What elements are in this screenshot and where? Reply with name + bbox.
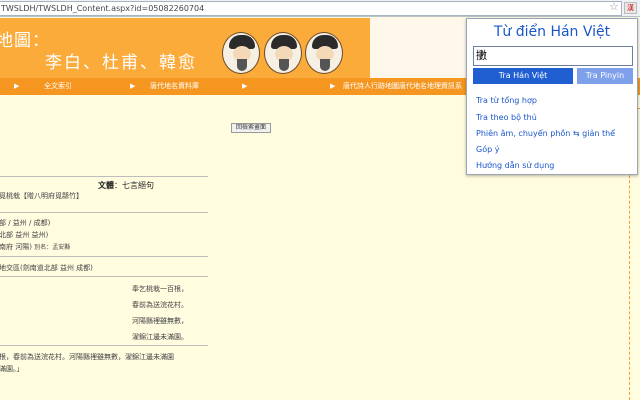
genre-label: 文體 bbox=[98, 181, 114, 190]
divider bbox=[0, 212, 208, 213]
han-viet-dictionary-popup: Từ điển Hán Việt 擻 Tra Hán Việt Tra Piny… bbox=[466, 18, 638, 175]
banner-title-line1: 地圖： bbox=[0, 31, 50, 51]
address-bar: TWSLDH/TWSLDH_Content.aspx?id=0508226070… bbox=[0, 0, 640, 17]
poet-portrait-du-fu bbox=[264, 32, 302, 74]
nav-item-full-text-index[interactable]: 全文索引 bbox=[44, 81, 72, 91]
nav-arrow-icon: ▶ bbox=[14, 82, 20, 90]
url-field[interactable]: TWSLDH/TWSLDH_Content.aspx?id=0508226070… bbox=[0, 1, 622, 16]
divider bbox=[0, 276, 208, 277]
star-icon[interactable]: ☆ bbox=[609, 0, 619, 13]
place-line-2[interactable]: 北部 益州 益州) bbox=[0, 230, 48, 240]
nav-arrow-icon: ▶ bbox=[242, 82, 248, 90]
dictionary-title: Từ điển Hán Việt bbox=[493, 24, 611, 40]
genre-line: 文體：七言絕句 bbox=[98, 180, 154, 191]
divider bbox=[0, 256, 208, 257]
place-line-3[interactable]: 南府 河陽) 別名：孟安縣 bbox=[0, 242, 70, 252]
place-line-1[interactable]: 部 / 益州 / 成都) bbox=[0, 218, 50, 228]
nav-item-poet-map-gis[interactable]: 唐代詩人行跡地圖唐代地名地理資訊系 bbox=[343, 81, 462, 91]
banner-title-line2: 李白、杜甫、韓愈 bbox=[45, 53, 197, 73]
link-feedback[interactable]: Góp ý bbox=[476, 145, 499, 154]
full-text-line-1: 根，春前為送浣花村。河陽縣裡雖無數，濯錦江邊未滿園 bbox=[0, 353, 174, 361]
poem-title: 覓桃栽【贈八明府覓緜竹】 bbox=[0, 192, 83, 200]
dictionary-search-input[interactable]: 擻 bbox=[473, 46, 633, 66]
poem-line-4: 濯錦江邊未滿園。 bbox=[132, 333, 188, 341]
poet-portrait-han-yu bbox=[305, 32, 343, 74]
nav-item-place-database[interactable]: 唐代地名資料庫 bbox=[150, 81, 199, 91]
back-to-search-button[interactable]: 回檢索畫面 bbox=[231, 123, 271, 133]
place-line-3-text: 南府 河陽) bbox=[0, 243, 32, 251]
han-viet-extension-icon[interactable]: 漢 bbox=[624, 2, 637, 14]
poet-portrait-li-bai bbox=[222, 32, 260, 74]
link-combined-lookup[interactable]: Tra từ tổng hợp bbox=[476, 96, 537, 105]
lookup-han-viet-button[interactable]: Tra Hán Việt bbox=[473, 68, 573, 84]
url-text[interactable]: TWSLDH/TWSLDH_Content.aspx?id=0508226070… bbox=[1, 4, 204, 13]
link-phonetic-conversion[interactable]: Phiên âm, chuyển phồn ⇆ giản thể bbox=[476, 129, 615, 138]
place-line-3-alias: 別名：孟安縣 bbox=[34, 244, 71, 251]
place-line-4[interactable]: 地交區(劍南道北部 益州 成都) bbox=[0, 263, 93, 273]
poem-line-2: 春前為送浣花村。 bbox=[132, 301, 188, 309]
poem-line-3: 河陽縣裡雖無數， bbox=[132, 317, 188, 325]
genre-value: ：七言絕句 bbox=[114, 181, 154, 190]
nav-arrow-icon: ▶ bbox=[130, 82, 136, 90]
nav-arrow-icon: ▶ bbox=[330, 82, 336, 90]
poem-line-1: 奉乞桃栽一百根， bbox=[132, 285, 188, 293]
lookup-pinyin-button[interactable]: Tra Pinyin bbox=[577, 68, 633, 84]
divider bbox=[0, 345, 208, 346]
divider bbox=[0, 176, 208, 177]
full-text-line-2: 滿園。」 bbox=[0, 365, 24, 373]
link-radical-lookup[interactable]: Tra theo bộ thủ bbox=[476, 113, 537, 122]
link-user-guide[interactable]: Hướng dẫn sử dụng bbox=[476, 161, 554, 170]
